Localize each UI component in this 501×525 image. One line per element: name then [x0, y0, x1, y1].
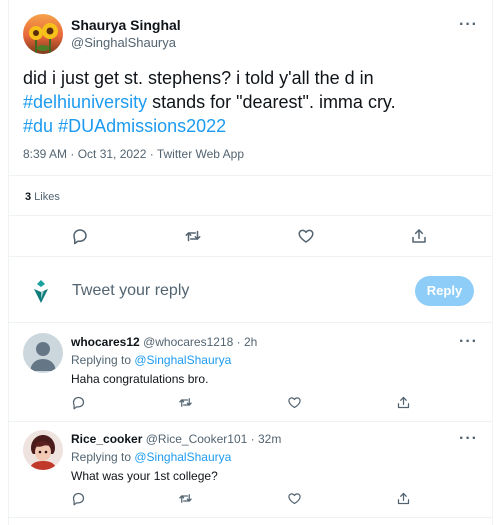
reply-author-handle[interactable]: @whocares1218 — [143, 335, 233, 349]
share-icon[interactable] — [396, 395, 411, 410]
share-icon[interactable] — [410, 227, 428, 245]
reply-input[interactable]: Tweet your reply — [72, 282, 372, 300]
hashtag-delhiuniversity[interactable]: #delhiuniversity — [23, 92, 147, 112]
author-avatar[interactable] — [23, 14, 63, 54]
author-handle[interactable]: @SinghalShaurya — [71, 35, 176, 50]
retweet-icon[interactable] — [178, 395, 193, 410]
divider — [9, 322, 492, 323]
reply-header: Rice_cooker @Rice_Cooker101 · 32m — [71, 432, 281, 446]
heart-icon[interactable] — [287, 395, 302, 410]
reply-icon[interactable] — [71, 491, 86, 506]
tweet-text-part-1: did i just get st. stephens? i told y'al… — [23, 68, 374, 88]
reply-avatar[interactable] — [23, 333, 63, 373]
reply-text: Haha congratulations bro. — [71, 372, 209, 386]
reply-author-handle[interactable]: @Rice_Cooker101 — [146, 432, 248, 446]
hashtag-du[interactable]: #du — [23, 116, 53, 136]
author-name[interactable]: Shaurya Singhal — [71, 17, 181, 33]
heart-icon[interactable] — [287, 491, 302, 506]
more-icon[interactable]: ··· — [459, 17, 478, 33]
more-icon[interactable]: ··· — [459, 334, 478, 350]
retweet-icon[interactable] — [184, 227, 202, 245]
reply-icon[interactable] — [71, 227, 89, 245]
divider — [9, 256, 492, 257]
retweet-icon[interactable] — [178, 491, 193, 506]
replying-to: Replying to @SinghalShaurya — [71, 353, 231, 367]
replying-to: Replying to @SinghalShaurya — [71, 450, 231, 464]
tweet-text-part-2: stands for "dearest". imma cry. — [147, 92, 396, 112]
reply-author-name[interactable]: Rice_cooker — [71, 432, 142, 446]
replying-to-handle[interactable]: @SinghalShaurya — [134, 353, 231, 367]
divider — [9, 517, 492, 518]
reply-header: whocares12 @whocares1218 · 2h — [71, 335, 257, 349]
hashtag-duadmissions2022[interactable]: #DUAdmissions2022 — [58, 116, 226, 136]
share-icon[interactable] — [396, 491, 411, 506]
replying-to-handle[interactable]: @SinghalShaurya — [134, 450, 231, 464]
divider — [9, 175, 492, 176]
tweet-text: did i just get st. stephens? i told y'al… — [23, 66, 483, 138]
reply-text: What was your 1st college? — [71, 469, 218, 483]
reply-author-name[interactable]: whocares12 — [71, 335, 140, 349]
replying-to-label: Replying to — [71, 450, 135, 464]
reply-button[interactable]: Reply — [415, 276, 474, 306]
reply-time[interactable]: · 32m — [251, 432, 282, 446]
heart-icon[interactable] — [297, 227, 315, 245]
reply-time[interactable]: · 2h — [237, 335, 258, 349]
likes-label: Likes — [31, 191, 60, 203]
likes-count[interactable]: 3 Likes — [25, 191, 60, 203]
divider — [9, 215, 492, 216]
user-avatar-icon[interactable] — [30, 278, 52, 304]
divider — [9, 421, 492, 422]
reply-avatar[interactable] — [23, 430, 63, 470]
tweet-thread: Shaurya Singhal @SinghalShaurya ··· did … — [8, 0, 493, 525]
reply-icon[interactable] — [71, 395, 86, 410]
replying-to-label: Replying to — [71, 353, 135, 367]
more-icon[interactable]: ··· — [459, 431, 478, 447]
tweet-timestamp[interactable]: 8:39 AM · Oct 31, 2022 · Twitter Web App — [23, 147, 244, 161]
